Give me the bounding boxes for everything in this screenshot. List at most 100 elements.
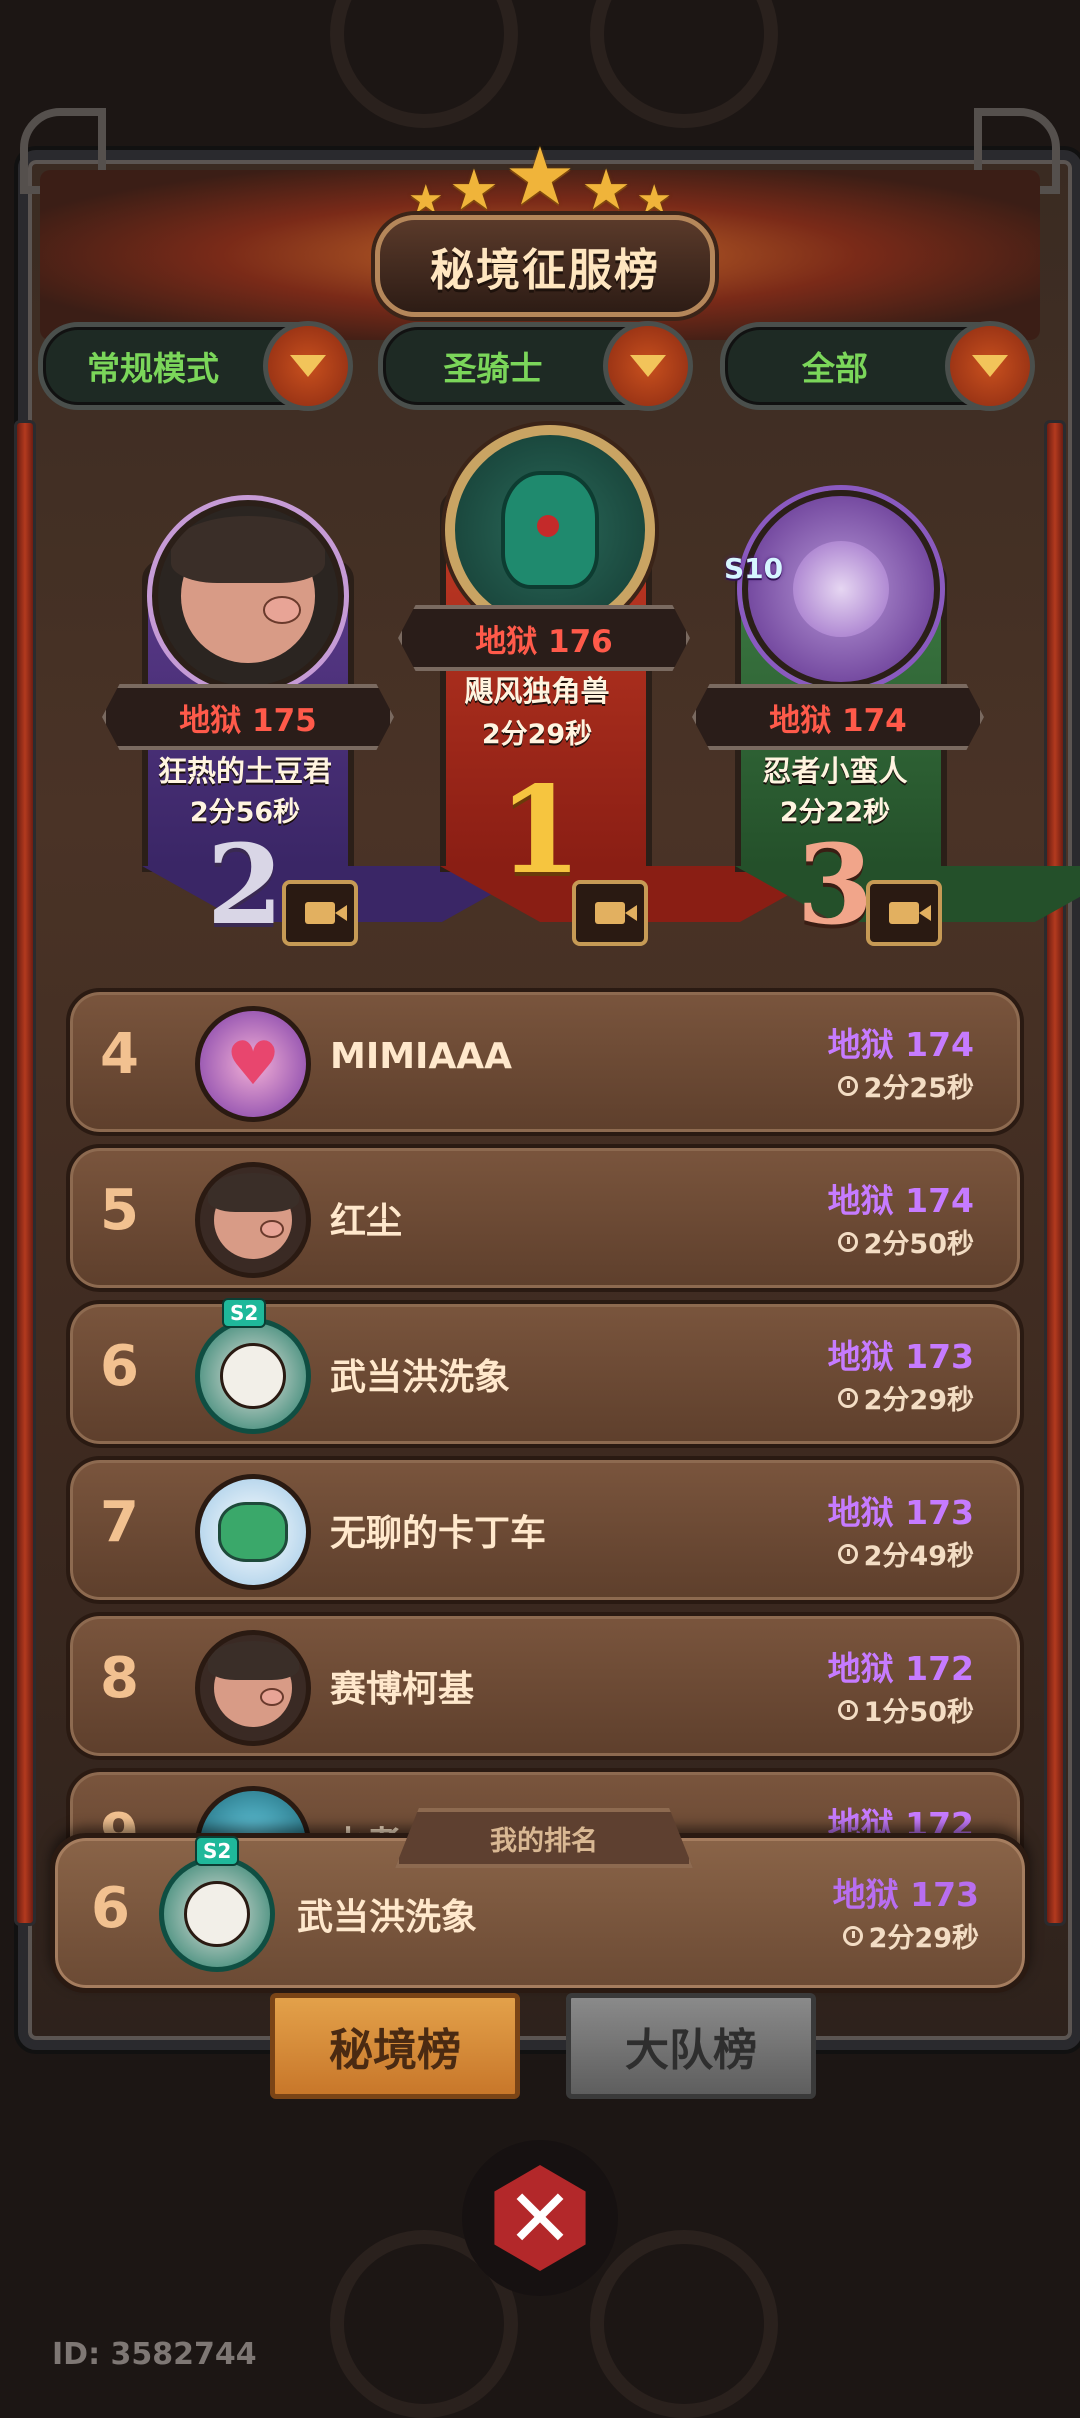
- podium-player-time: 2分29秒: [481, 719, 593, 750]
- star-rating: ★ ★ ★ ★ ★: [0, 130, 1080, 223]
- dropdown-arrow-icon[interactable]: [263, 321, 353, 411]
- row-score: 地狱 174: [827, 1181, 974, 1220]
- star-icon: ★: [580, 158, 632, 223]
- podium-player-name: 飓风独角兽: [464, 674, 610, 708]
- row-time-value: 2分49秒: [863, 1541, 974, 1572]
- star-icon: ★: [504, 130, 576, 223]
- row-player-name: 无聊的卡丁车: [330, 1513, 547, 1554]
- my-time-value: 2分29秒: [868, 1923, 979, 1954]
- row-score: 地狱 172: [827, 1649, 974, 1688]
- close-icon: ✕: [494, 2165, 586, 2271]
- row-time-value: 2分25秒: [863, 1073, 974, 1104]
- my-player-name: 武当洪洗象: [297, 1897, 478, 1938]
- row-score: 地狱 174: [827, 1025, 974, 1064]
- pig-avatar-icon: [170, 516, 326, 663]
- row-score: 地狱 173: [827, 1337, 974, 1376]
- video-camera-icon: [595, 902, 637, 924]
- player-avatar[interactable]: [195, 1318, 311, 1434]
- podium-score-ribbon: 地狱 175: [102, 684, 394, 750]
- close-button[interactable]: ✕: [462, 2140, 618, 2296]
- pig-avatar-icon: [207, 1640, 299, 1728]
- my-time: 2分29秒: [842, 1916, 979, 1955]
- row-time: 1分50秒: [837, 1690, 974, 1729]
- clock-icon: [842, 1925, 863, 1946]
- dropdown-arrow-icon[interactable]: [603, 321, 693, 411]
- background-ornament: [330, 0, 518, 128]
- player-avatar[interactable]: [195, 1474, 311, 1590]
- star-icon: ★: [448, 158, 500, 223]
- leaderboard-row[interactable]: 6 S2 武当洪洗象 地狱 173 2分29秒: [66, 1298, 1024, 1448]
- leaderboard-row[interactable]: 8 赛博柯基 地狱 172 1分50秒: [66, 1612, 1024, 1760]
- class-filter-label: 圣骑士: [443, 349, 543, 388]
- podium-score-ribbon: 地狱 176: [398, 605, 690, 671]
- video-camera-icon: [305, 902, 347, 924]
- goat-avatar-icon: [220, 1343, 286, 1409]
- row-player-name: MIMIAAA: [330, 1036, 513, 1077]
- player-avatar[interactable]: ♥: [195, 1006, 311, 1122]
- player-avatar[interactable]: [195, 1630, 311, 1746]
- background-ornament: [590, 2230, 778, 2418]
- replay-video-button[interactable]: [866, 880, 942, 946]
- row-time-value: 2分50秒: [863, 1229, 974, 1260]
- player-avatar[interactable]: [152, 500, 344, 692]
- row-rank: 6: [100, 1334, 139, 1399]
- row-time: 2分50秒: [837, 1222, 974, 1261]
- season-badge: S2: [195, 1836, 240, 1866]
- my-rank-number: 6: [91, 1876, 130, 1941]
- mode-filter-dropdown[interactable]: 常规模式: [38, 321, 353, 411]
- replay-video-button[interactable]: [572, 880, 648, 946]
- clock-icon: [837, 1543, 858, 1564]
- row-player-name: 武当洪洗象: [330, 1357, 511, 1398]
- tab-team-ranking[interactable]: 大队榜: [566, 1993, 816, 2099]
- clock-icon: [837, 1075, 858, 1096]
- class-filter-dropdown[interactable]: 圣骑士: [378, 321, 693, 411]
- tentacle-monster-icon: [793, 541, 889, 637]
- row-rank: 7: [100, 1490, 139, 1555]
- my-rank-label: 我的排名: [395, 1808, 693, 1868]
- podium-score: 地狱 174: [769, 702, 907, 739]
- goat-avatar-icon: [184, 1881, 250, 1947]
- scope-filter-dropdown[interactable]: 全部: [720, 321, 1035, 411]
- replay-video-button[interactable]: [282, 880, 358, 946]
- leaderboard-row[interactable]: 4 ♥ MIMIAAA 地狱 174 2分25秒: [66, 988, 1024, 1136]
- row-rank: 8: [100, 1646, 139, 1711]
- clock-icon: [837, 1231, 858, 1252]
- title-plate: 秘境征服榜: [375, 215, 715, 317]
- my-score: 地狱 173: [832, 1875, 979, 1914]
- season-badge: S10: [724, 552, 784, 585]
- my-avatar[interactable]: [159, 1856, 275, 1972]
- row-player-name: 赛博柯基: [330, 1669, 475, 1710]
- row-time: 2分49秒: [837, 1534, 974, 1573]
- mode-filter-label: 常规模式: [87, 349, 219, 388]
- video-camera-icon: [889, 902, 931, 924]
- row-time-value: 1分50秒: [863, 1697, 974, 1728]
- player-avatar[interactable]: [445, 425, 655, 635]
- page-title: 秘境征服榜: [430, 245, 660, 296]
- row-score: 地狱 173: [827, 1493, 974, 1532]
- user-id: ID: 3582744: [52, 2337, 257, 2372]
- scope-filter-label: 全部: [802, 349, 868, 388]
- dropdown-arrow-icon[interactable]: [945, 321, 1035, 411]
- row-time-value: 2分29秒: [863, 1385, 974, 1416]
- season-badge: S2: [222, 1298, 267, 1328]
- row-time: 2分29秒: [837, 1378, 974, 1417]
- leaderboard-row[interactable]: 5 红尘 地狱 174 2分50秒: [66, 1144, 1024, 1292]
- row-rank: 4: [100, 1022, 139, 1087]
- right-side-rail: [1044, 420, 1066, 1926]
- row-time: 2分25秒: [837, 1066, 974, 1105]
- left-side-rail: [14, 420, 36, 1926]
- leaderboard-row[interactable]: 7 无聊的卡丁车 地狱 173 2分49秒: [66, 1456, 1024, 1604]
- podium-player-name: 忍者小蛮人: [762, 754, 908, 788]
- podium-score: 地狱 175: [179, 702, 317, 739]
- podium-score: 地狱 176: [475, 623, 613, 660]
- pig-avatar-icon: [207, 1172, 299, 1260]
- row-player-name: 红尘: [330, 1201, 403, 1242]
- astronaut-avatar-icon: [218, 1502, 288, 1562]
- podium-score-ribbon: 地狱 174: [692, 684, 984, 750]
- clock-icon: [837, 1699, 858, 1720]
- player-avatar[interactable]: [195, 1162, 311, 1278]
- tab-dungeon-ranking[interactable]: 秘境榜: [270, 1993, 520, 2099]
- podium-player-name: 狂热的土豆君: [157, 754, 332, 788]
- player-avatar[interactable]: [742, 490, 940, 688]
- knight-helmet-icon: [501, 471, 599, 589]
